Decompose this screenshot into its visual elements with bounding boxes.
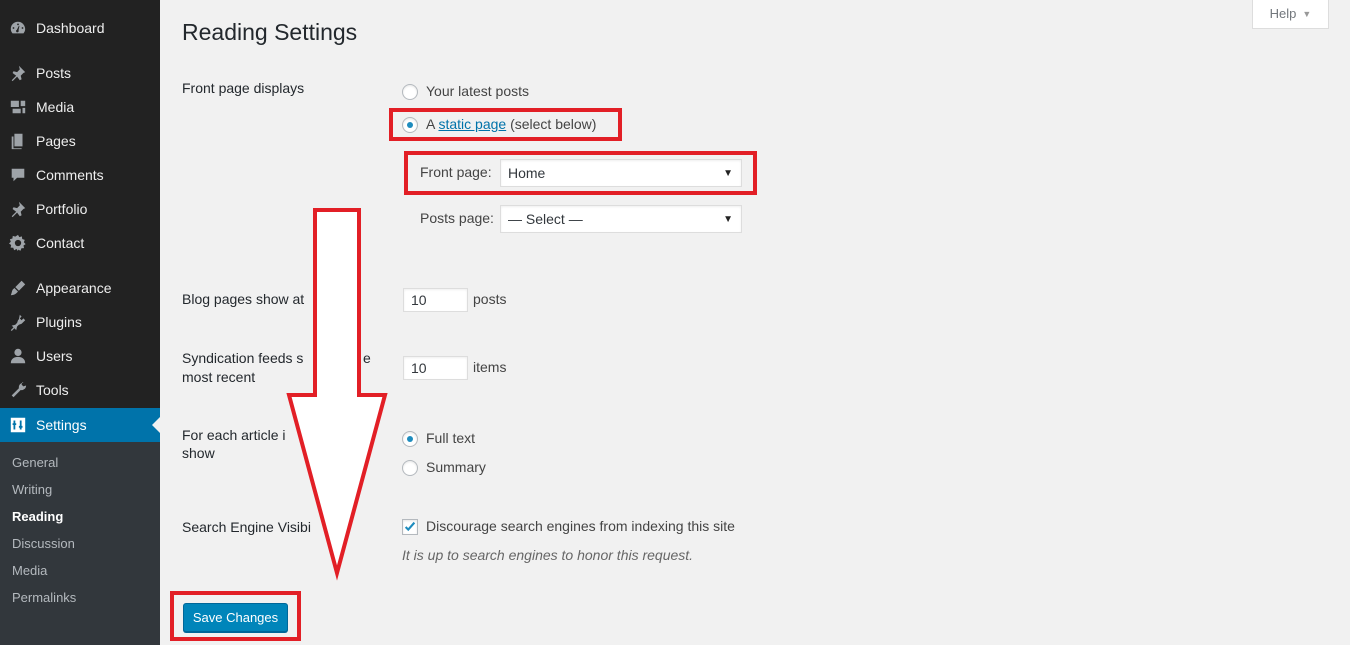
menu-item-users[interactable]: Users — [0, 339, 160, 373]
menu-item-tools[interactable]: Tools — [0, 373, 160, 407]
menu-item-contact[interactable]: Contact — [0, 226, 160, 260]
discourage-search-label: Discourage search engines from indexing … — [426, 518, 735, 534]
syndication-label-suffix: e — [363, 350, 371, 366]
blog-pages-label: Blog pages show at — [182, 291, 305, 307]
front-page-select[interactable]: Home ▼ — [500, 159, 742, 187]
search-visibility-label: Search Engine Visibi — [182, 519, 311, 535]
settings-sliders-icon — [8, 415, 28, 435]
posts-page-select-value: — Select — — [508, 211, 583, 227]
checkmark-icon — [404, 521, 416, 532]
menu-item-comments[interactable]: Comments — [0, 158, 160, 192]
menu-item-appearance[interactable]: Appearance — [0, 271, 160, 305]
help-tab[interactable]: Help ▼ — [1252, 0, 1329, 29]
discourage-search-checkbox[interactable] — [402, 519, 418, 535]
menu-label: Pages — [36, 133, 76, 149]
menu-item-posts[interactable]: Posts — [0, 56, 160, 90]
static-page-link[interactable]: static page — [438, 116, 506, 132]
submenu-item-permalinks[interactable]: Permalinks — [12, 590, 76, 605]
pin-icon — [8, 199, 28, 219]
full-text-label: Full text — [426, 430, 476, 446]
settings-submenu: General Writing Reading Discussion Media… — [0, 442, 160, 645]
menu-label: Users — [36, 348, 73, 364]
feed-items-input[interactable]: 10 — [403, 356, 468, 380]
menu-label: Contact — [36, 235, 85, 251]
pin-icon — [8, 63, 28, 83]
plug-icon — [8, 312, 28, 332]
summary-radio[interactable] — [402, 460, 418, 476]
menu-label: Portfolio — [36, 201, 88, 217]
menu-label: Tools — [36, 382, 69, 398]
items-unit: items — [473, 359, 507, 375]
static-prefix: A — [426, 116, 435, 132]
menu-label: Media — [36, 99, 75, 115]
syndication-label-line2: most recent — [182, 369, 256, 385]
save-changes-button[interactable]: Save Changes — [183, 603, 288, 632]
menu-label: Dashboard — [36, 20, 105, 36]
front-page-displays-label: Front page displays — [182, 80, 305, 96]
brush-icon — [8, 278, 28, 298]
select-caret-icon: ▼ — [723, 214, 733, 225]
dashboard-icon — [8, 18, 28, 38]
media-icon — [8, 97, 28, 117]
menu-item-settings[interactable]: Settings — [0, 408, 160, 442]
help-label: Help — [1269, 6, 1297, 21]
menu-label: Plugins — [36, 314, 82, 330]
front-page-select-label: Front page: — [420, 164, 492, 180]
static-page-radio[interactable] — [402, 117, 418, 133]
pages-icon — [8, 131, 28, 151]
menu-item-plugins[interactable]: Plugins — [0, 305, 160, 339]
menu-label: Settings — [36, 417, 87, 433]
submenu-item-writing[interactable]: Writing — [12, 482, 52, 497]
submenu-item-general[interactable]: General — [12, 455, 58, 470]
latest-posts-radio[interactable] — [402, 84, 418, 100]
posts-page-select-label: Posts page: — [420, 210, 494, 226]
menu-label: Comments — [36, 167, 104, 183]
menu-item-media[interactable]: Media — [0, 90, 160, 124]
admin-sidebar: Dashboard Posts Media Pages Comments Por… — [0, 0, 160, 645]
static-suffix: (select below) — [510, 116, 597, 132]
menu-label: Posts — [36, 65, 72, 81]
submenu-item-reading[interactable]: Reading — [12, 509, 63, 524]
front-page-select-value: Home — [508, 165, 546, 181]
caret-down-icon: ▼ — [1302, 8, 1312, 19]
article-feed-label-line1: For each article i — [182, 427, 286, 443]
syndication-label-line1: Syndication feeds s — [182, 350, 304, 366]
article-feed-label-line2: show — [182, 445, 215, 461]
static-page-option: A static page (select below) — [426, 116, 596, 132]
posts-unit: posts — [473, 291, 507, 307]
menu-item-pages[interactable]: Pages — [0, 124, 160, 158]
full-text-radio[interactable] — [402, 431, 418, 447]
search-visibility-description: It is up to search engines to honor this… — [402, 547, 694, 563]
menu-label: Appearance — [36, 280, 112, 296]
latest-posts-label: Your latest posts — [426, 83, 529, 99]
select-caret-icon: ▼ — [723, 168, 733, 179]
wrench-icon — [8, 380, 28, 400]
submenu-item-discussion[interactable]: Discussion — [12, 536, 75, 551]
user-icon — [8, 346, 28, 366]
posts-page-select[interactable]: — Select — ▼ — [500, 205, 742, 233]
posts-per-page-input[interactable]: 10 — [403, 288, 468, 312]
submenu-item-media[interactable]: Media — [12, 563, 47, 578]
menu-item-dashboard[interactable]: Dashboard — [0, 11, 160, 45]
page-title: Reading Settings — [182, 19, 358, 45]
menu-item-portfolio[interactable]: Portfolio — [0, 192, 160, 226]
comment-icon — [8, 165, 28, 185]
gear-icon — [8, 233, 28, 253]
summary-label: Summary — [426, 459, 486, 475]
